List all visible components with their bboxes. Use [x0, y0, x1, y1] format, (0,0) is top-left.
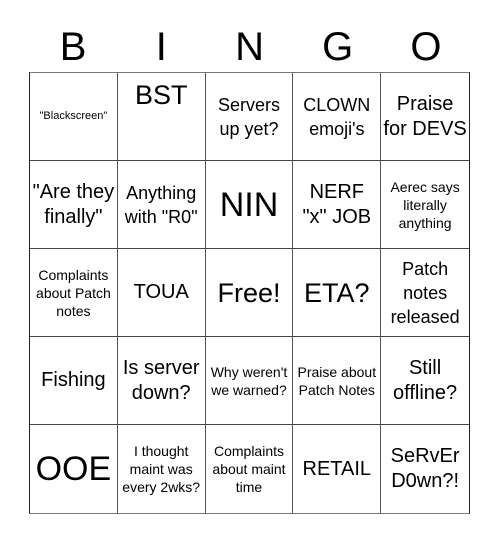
bingo-cell[interactable]: Patch notes released: [381, 249, 469, 337]
bingo-cell-text: Anything with "R0": [124, 182, 198, 227]
bingo-cell-text: Patch notes released: [390, 258, 460, 327]
bingo-cell-text: Complaints about maint time: [212, 443, 286, 495]
bingo-cell-text: Free!: [217, 277, 281, 308]
bingo-cell[interactable]: I thought maint was every 2wks?: [118, 425, 206, 513]
bingo-cell[interactable]: Aerec says literally anything: [381, 161, 469, 249]
bingo-cell-text: CLOWN emoji's: [303, 94, 371, 139]
bingo-board: "Blackscreen" BST Servers up yet? CLOWN emo…: [29, 72, 470, 514]
bingo-cell[interactable]: ETA?: [293, 249, 382, 337]
bingo-cell[interactable]: RETAIL: [293, 425, 382, 513]
bingo-cell-text: I thought maint was every 2wks?: [122, 443, 201, 495]
bingo-cell[interactable]: "Blackscreen": [30, 73, 118, 161]
bingo-cell[interactable]: BST: [117, 73, 206, 161]
bingo-cell-text: Complaints about Patch notes: [36, 266, 111, 319]
bingo-cell-text: Praise about Patch Notes: [297, 363, 377, 398]
bingo-cell[interactable]: Is server down?: [117, 337, 206, 425]
header-letter-g: G: [322, 25, 354, 69]
bingo-cell-text: Fishing: [41, 369, 106, 391]
bingo-cell-text: SeRvEr D0wn?!: [390, 445, 460, 492]
bingo-cell-text: BST: [134, 80, 188, 110]
bingo-cell[interactable]: Why weren't we warned?: [205, 337, 294, 425]
header-letter-i: I: [155, 25, 167, 69]
bingo-cell-text: Is server down?: [122, 356, 200, 404]
bingo-cell-text: RETAIL: [302, 457, 372, 480]
bingo-cell[interactable]: NIN: [205, 161, 294, 249]
bingo-header: B I N G O: [29, 22, 470, 72]
bingo-cell-text: ETA?: [304, 277, 370, 308]
header-letter-o: O: [410, 25, 442, 69]
bingo-cell-text: TOUA: [133, 281, 189, 303]
bingo-cell-text: Praise for DEVS: [383, 92, 467, 140]
bingo-cell-text: Aerec says literally anything: [390, 178, 460, 231]
bingo-cell[interactable]: Fishing: [30, 337, 118, 425]
bingo-cell-text: Still offline?: [393, 356, 458, 404]
bingo-cell[interactable]: Free!: [205, 249, 294, 337]
header-letter-n: N: [235, 25, 264, 69]
bingo-cell[interactable]: OOE: [30, 425, 118, 513]
bingo-cell-text: "Blackscreen": [39, 110, 108, 122]
bingo-cell[interactable]: TOUA: [117, 249, 206, 337]
bingo-cell[interactable]: Complaints about maint time: [206, 425, 294, 513]
bingo-cell[interactable]: "Are they finally": [30, 161, 118, 249]
bingo-cell[interactable]: CLOWN emoji's: [293, 73, 382, 161]
header-letter-b: B: [59, 25, 87, 69]
bingo-cell-text: Why weren't we warned?: [210, 363, 288, 398]
bingo-cell[interactable]: Praise for DEVS: [381, 73, 469, 161]
bingo-cell[interactable]: Anything with "R0": [117, 161, 206, 249]
bingo-cell-text: NIN: [219, 185, 279, 224]
bingo-cell[interactable]: SeRvEr D0wn?!: [381, 425, 469, 513]
bingo-cell[interactable]: Still offline?: [381, 337, 469, 425]
bingo-cell[interactable]: NERF "x" JOB: [293, 161, 382, 249]
bingo-cell[interactable]: Praise about Patch Notes: [293, 337, 382, 425]
bingo-cell-text: "Are they finally": [32, 180, 115, 228]
bingo-cell-text: NERF "x" JOB: [302, 180, 372, 228]
bingo-cell-text: Servers up yet?: [217, 94, 280, 139]
bingo-cell-text: OOE: [35, 450, 112, 488]
bingo-cell[interactable]: Servers up yet?: [205, 73, 294, 161]
bingo-cell[interactable]: Complaints about Patch notes: [30, 249, 118, 337]
